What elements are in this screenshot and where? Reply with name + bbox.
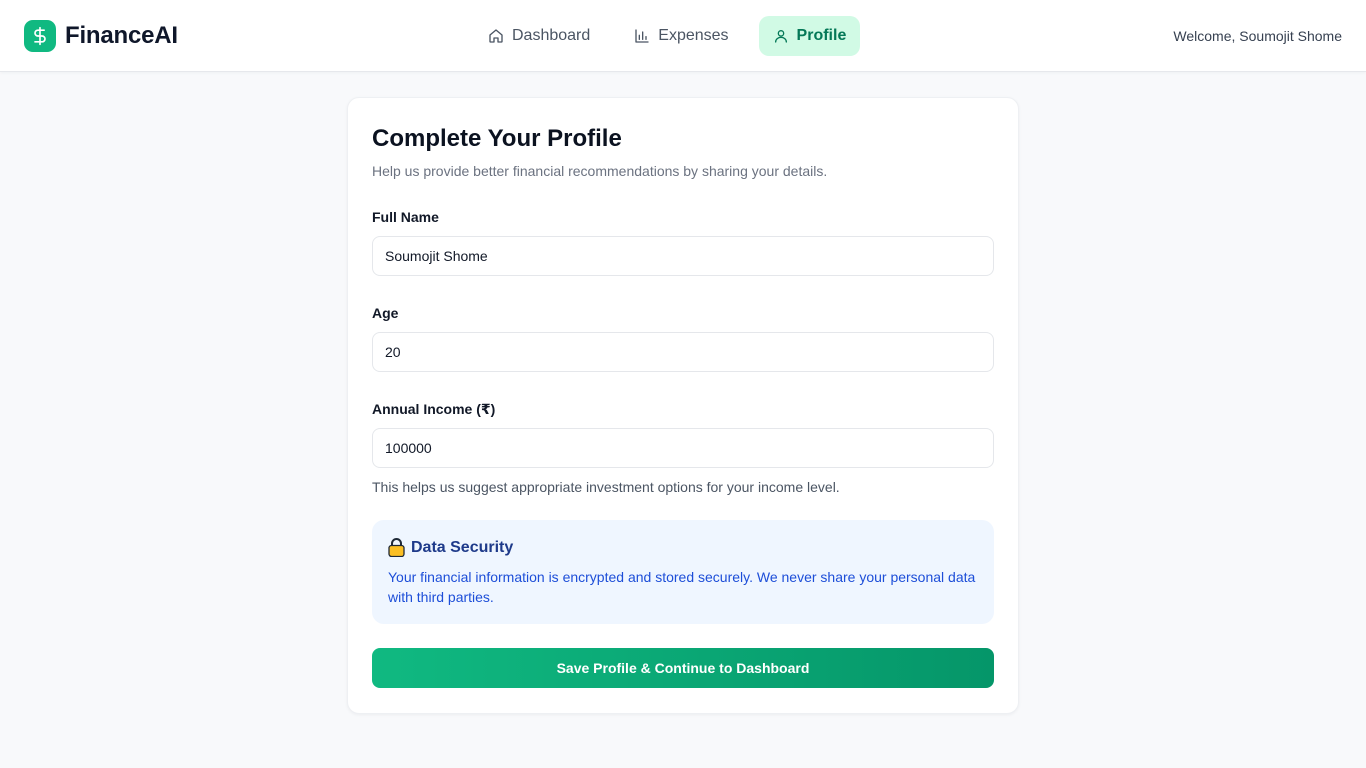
main-nav: Dashboard Expenses Profile bbox=[474, 16, 861, 56]
full-name-label: Full Name bbox=[372, 209, 439, 225]
data-security-notice: Data Security Your financial information… bbox=[372, 520, 994, 624]
nav-label-profile: Profile bbox=[796, 27, 847, 44]
save-profile-button[interactable]: Save Profile & Continue to Dashboard bbox=[372, 648, 994, 688]
income-helper-text: This helps us suggest appropriate invest… bbox=[372, 479, 840, 495]
nav-item-dashboard[interactable]: Dashboard bbox=[474, 16, 604, 56]
security-title: Data Security bbox=[411, 538, 514, 556]
full-name-input[interactable] bbox=[372, 236, 994, 276]
lock-icon bbox=[388, 538, 405, 557]
security-description: Your financial information is encrypted … bbox=[388, 569, 976, 605]
bar-chart-icon bbox=[635, 29, 649, 43]
top-navbar: FinanceAI Dashboard Expenses Profile Wel… bbox=[0, 0, 1366, 72]
page-subtitle: Help us provide better financial recomme… bbox=[372, 163, 828, 179]
home-icon bbox=[489, 29, 503, 43]
dollar-icon bbox=[24, 20, 56, 52]
annual-income-label: Annual Income (₹) bbox=[372, 401, 496, 417]
age-label: Age bbox=[372, 305, 399, 321]
app-name: FinanceAI bbox=[65, 22, 178, 49]
nav-label-expenses: Expenses bbox=[658, 27, 729, 44]
user-icon bbox=[774, 30, 787, 43]
security-heading: Data Security bbox=[388, 538, 978, 557]
nav-item-expenses[interactable]: Expenses bbox=[620, 16, 742, 56]
brand[interactable]: FinanceAI bbox=[24, 20, 178, 52]
annual-income-input[interactable] bbox=[372, 428, 994, 468]
profile-form-card: Complete Your Profile Help us provide be… bbox=[347, 97, 1019, 714]
welcome-text: Welcome, Soumojit Shome bbox=[1173, 28, 1342, 44]
nav-item-profile[interactable]: Profile bbox=[758, 16, 861, 56]
page-title: Complete Your Profile bbox=[372, 125, 622, 152]
nav-label-dashboard: Dashboard bbox=[512, 27, 591, 44]
age-input[interactable] bbox=[372, 332, 994, 372]
